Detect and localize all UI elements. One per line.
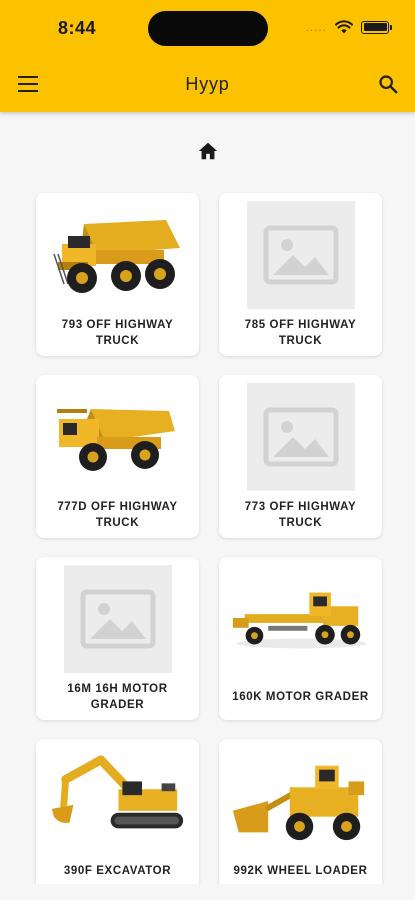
wifi-icon bbox=[335, 20, 353, 34]
excavator-image bbox=[46, 747, 189, 855]
app-bar: 8:44 ..... Hyyp bbox=[0, 0, 415, 112]
image-placeholder-icon bbox=[247, 201, 355, 309]
app-title: Hyyp bbox=[185, 74, 230, 94]
image-placeholder-icon bbox=[247, 383, 355, 491]
motor-grader-image bbox=[229, 565, 372, 673]
bottom-edge bbox=[0, 884, 415, 900]
status-time: 8:44 bbox=[58, 18, 97, 38]
status-icons: ..... bbox=[305, 20, 392, 34]
equipment-card[interactable]: 785 OFF HIGHWAY TRUCK bbox=[219, 193, 382, 356]
dynamic-island bbox=[148, 11, 268, 46]
equipment-label: 773 OFF HIGHWAY TRUCK bbox=[244, 501, 357, 529]
equipment-card[interactable]: 16M 16H MOTOR GRADER bbox=[36, 557, 199, 720]
search-icon[interactable] bbox=[377, 73, 399, 95]
image-placeholder-icon bbox=[64, 565, 172, 673]
equipment-card[interactable]: 777D OFF HIGHWAY TRUCK bbox=[36, 375, 199, 538]
signal-icon: ..... bbox=[305, 20, 327, 34]
equipment-card[interactable]: 390F EXCAVATOR bbox=[36, 739, 199, 900]
equipment-label: 160K MOTOR GRADER bbox=[232, 691, 369, 703]
equipment-label: 992K WHEEL LOADER bbox=[233, 865, 368, 877]
equipment-card[interactable]: 773 OFF HIGHWAY TRUCK bbox=[219, 375, 382, 538]
equipment-label: 777D OFF HIGHWAY TRUCK bbox=[57, 501, 178, 529]
haul-truck-image bbox=[46, 383, 189, 491]
equipment-label: 785 OFF HIGHWAY TRUCK bbox=[244, 319, 357, 347]
equipment-label: 793 OFF HIGHWAY TRUCK bbox=[61, 319, 174, 347]
home-icon[interactable] bbox=[197, 140, 219, 162]
equipment-label: 16M 16H MOTOR GRADER bbox=[67, 683, 168, 711]
wheel-loader-image bbox=[229, 747, 372, 855]
equipment-card[interactable]: 992K WHEEL LOADER bbox=[219, 739, 382, 900]
battery-icon bbox=[361, 20, 392, 34]
equipment-card[interactable]: 160K MOTOR GRADER bbox=[219, 557, 382, 720]
equipment-label: 390F EXCAVATOR bbox=[63, 865, 172, 877]
haul-truck-image bbox=[46, 201, 189, 309]
equipment-card[interactable]: 793 OFF HIGHWAY TRUCK bbox=[36, 193, 199, 356]
